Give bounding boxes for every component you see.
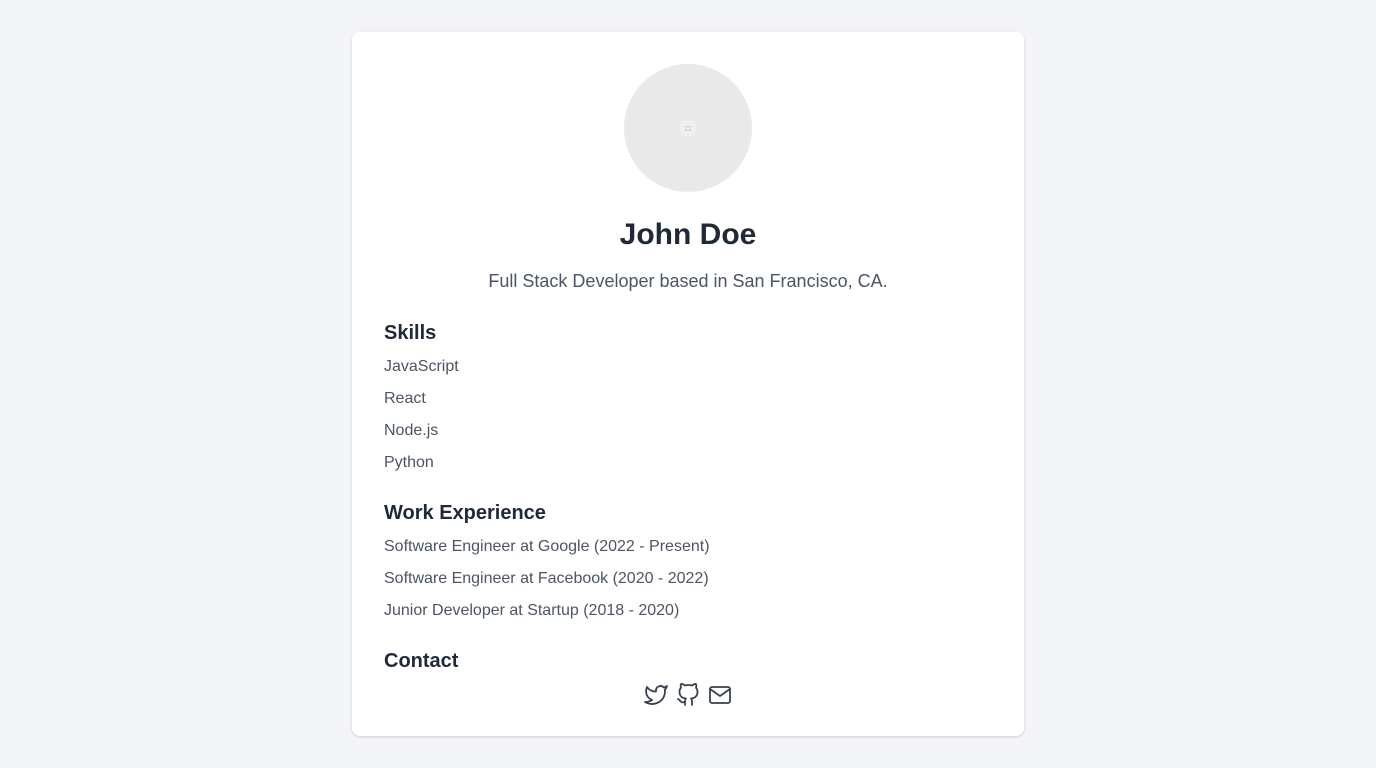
profile-tagline: Full Stack Developer based in San Franci… — [488, 271, 888, 291]
work-item: Junior Developer at Startup (2018 - 2020… — [384, 602, 680, 619]
work-item: Software Engineer at Google (2022 - Pres… — [384, 538, 710, 555]
contact-links — [384, 683, 992, 707]
work-experience-heading: Work Experience — [384, 502, 546, 524]
profile-card: John Doe Full Stack Developer based in S… — [352, 32, 1024, 736]
skill-item: Node.js — [384, 422, 439, 439]
profile-name: John Doe — [619, 218, 757, 251]
image-placeholder-icon — [679, 119, 697, 137]
skill-item: React — [384, 390, 426, 407]
skill-item: JavaScript — [384, 358, 459, 375]
work-experience-list: Software Engineer at Google (2022 - Pres… — [384, 535, 992, 623]
skills-list: JavaScript React Node.js Python — [384, 355, 992, 475]
avatar — [624, 64, 752, 192]
skills-heading: Skills — [384, 322, 437, 344]
skill-item: Python — [384, 454, 434, 471]
github-icon[interactable] — [676, 683, 700, 707]
work-item: Software Engineer at Facebook (2020 - 20… — [384, 570, 709, 587]
twitter-icon[interactable] — [644, 683, 668, 707]
mail-icon[interactable] — [708, 683, 732, 707]
contact-heading: Contact — [384, 650, 459, 672]
